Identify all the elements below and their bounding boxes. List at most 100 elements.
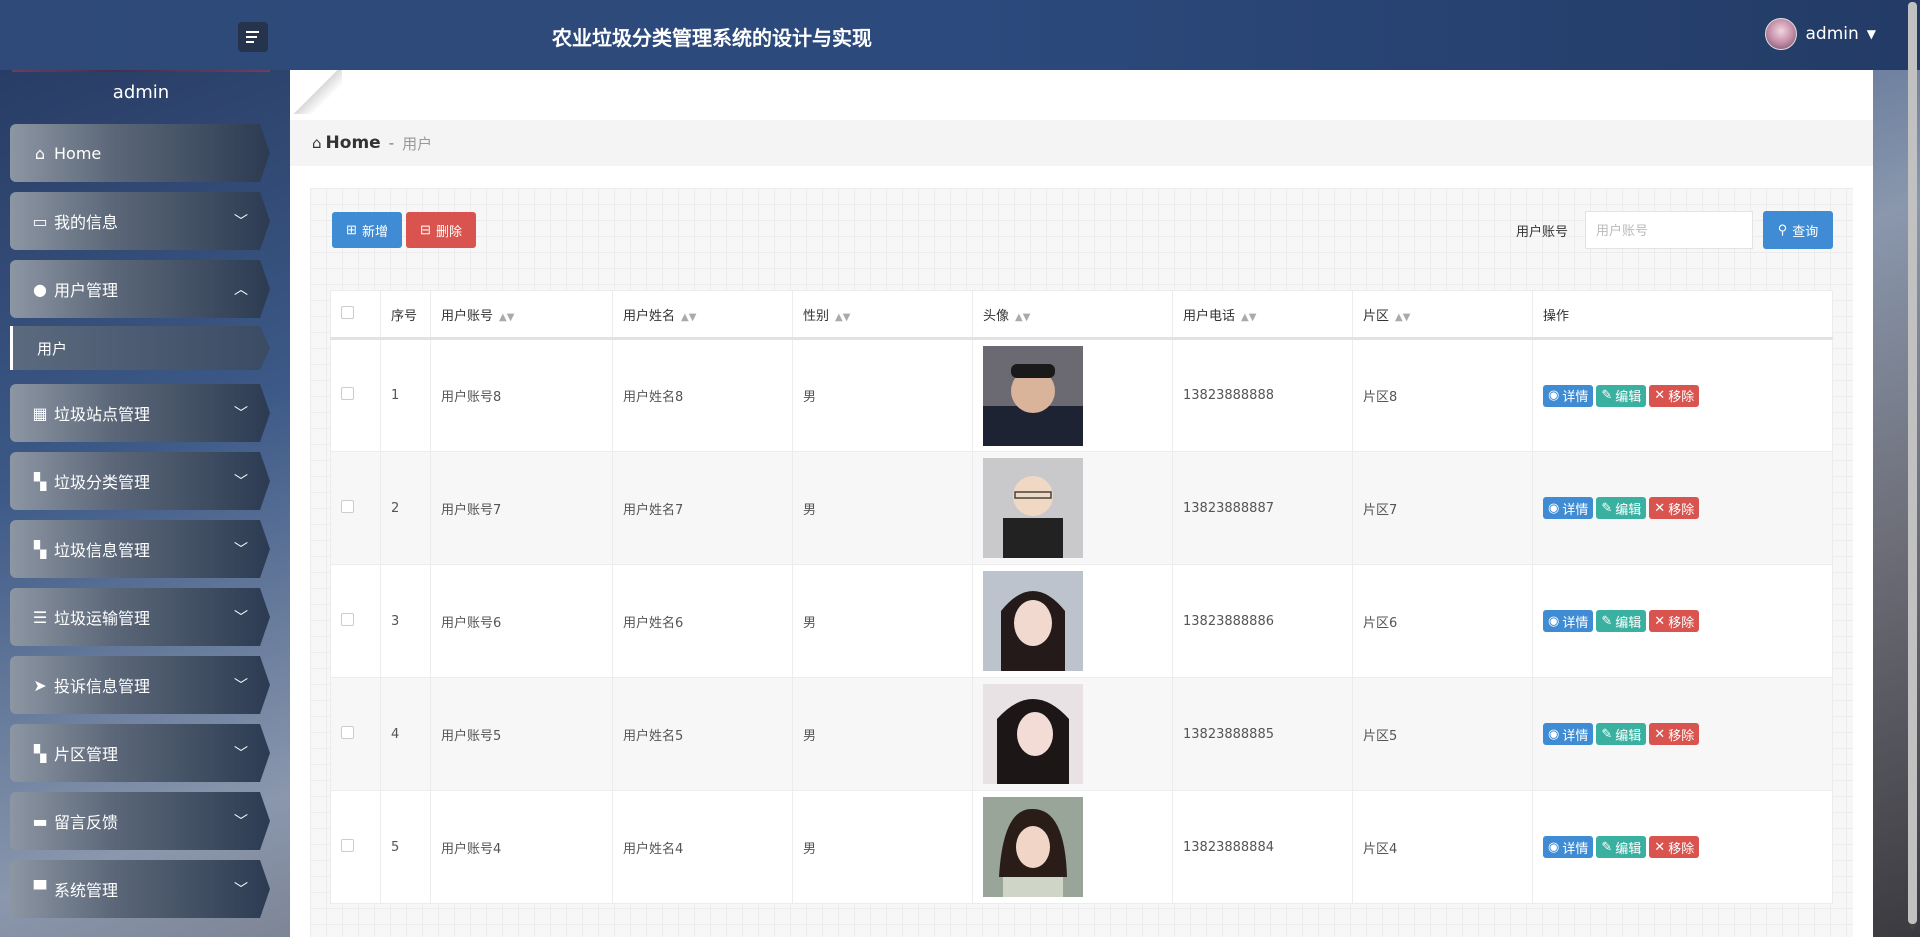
- sidebar-user: admin: [12, 70, 270, 103]
- col-name[interactable]: 用户姓名 ▲▼: [612, 290, 793, 340]
- edit-button[interactable]: ✎ 编辑: [1596, 384, 1647, 407]
- edit-button[interactable]: ✎ 编辑: [1596, 497, 1647, 519]
- chevron-down-icon: ﹀: [234, 474, 248, 490]
- sidebar-item-label: 片区管理: [54, 745, 119, 764]
- view-button[interactable]: ◉ 详情: [1543, 610, 1594, 632]
- cell-name: 用户姓名8: [612, 338, 793, 452]
- edit-button[interactable]: ✎ 编辑: [1596, 610, 1647, 632]
- avatar-image[interactable]: [983, 458, 1083, 558]
- sidebar-avatar-strip: [12, 70, 270, 72]
- sidebar-item-areas[interactable]: ▚ 片区管理 ﹀: [10, 724, 270, 782]
- sidebar-item-categories[interactable]: ▚ 垃圾分类管理 ﹀: [10, 452, 270, 510]
- col-gender[interactable]: 性别 ▲▼: [792, 290, 973, 340]
- sidebar-item-label: 用户管理: [54, 281, 119, 300]
- avatar-image[interactable]: [983, 345, 1083, 446]
- sidebar-item-user-management[interactable]: ● 用户管理 ︿: [10, 260, 270, 318]
- avatar-image[interactable]: [983, 797, 1083, 897]
- sidebar-item-transport[interactable]: ☰ 垃圾运输管理 ﹀: [10, 588, 270, 646]
- sidebar-item-feedback[interactable]: ▬ 留言反馈 ﹀: [10, 792, 270, 850]
- delete-button[interactable]: ⊟ 删除: [406, 212, 476, 248]
- avatar-image[interactable]: [983, 684, 1083, 784]
- avatar-image[interactable]: [983, 571, 1083, 671]
- sort-icon[interactable]: ▲▼: [681, 312, 696, 323]
- view-button[interactable]: ◉ 详情: [1543, 723, 1594, 745]
- col-area[interactable]: 片区 ▲▼: [1352, 290, 1533, 340]
- sort-icon[interactable]: ▲▼: [499, 312, 514, 323]
- cell-account: 用户账号4: [430, 790, 613, 904]
- view-button[interactable]: ◉ 详情: [1543, 836, 1594, 858]
- search-input[interactable]: [1585, 211, 1753, 249]
- scroll-down-icon[interactable]: ▼: [1909, 923, 1916, 933]
- row-checkbox[interactable]: [341, 612, 354, 626]
- sidebar-menu: ⌂ Home ▭ 我的信息 ﹀ ● 用户管理 ︿ 用户 ▦ 垃圾站点管理 ﹀ ▚…: [10, 124, 270, 928]
- col-phone[interactable]: 用户电话 ▲▼: [1172, 290, 1353, 340]
- cell-no: 5: [380, 790, 431, 904]
- eye-icon: ◉: [1548, 839, 1560, 855]
- remove-button[interactable]: ✕ 移除: [1649, 384, 1700, 407]
- table-header-row: 序号 用户账号 ▲▼ 用户姓名 ▲▼ 性别 ▲▼ 头像 ▲▼ 用户电话 ▲▼ 片区 ▲▼ 操…: [330, 290, 1833, 340]
- remove-button[interactable]: ✕ 移除: [1649, 836, 1700, 858]
- remove-button[interactable]: ✕ 移除: [1649, 497, 1700, 519]
- caret-down-icon: ▼: [1866, 27, 1876, 41]
- sidebar-subitem-label: 用户: [37, 339, 68, 358]
- page-scrollbar[interactable]: ▼: [1903, 0, 1920, 937]
- col-account[interactable]: 用户账号 ▲▼: [430, 290, 613, 340]
- cell-gender: 男: [792, 451, 973, 565]
- sidebar-item-complaints[interactable]: ➤ 投诉信息管理 ﹀: [10, 656, 270, 714]
- sort-icon[interactable]: ▲▼: [835, 312, 850, 323]
- home-icon: ⌂: [34, 143, 46, 163]
- sidebar-subitem-users[interactable]: 用户: [10, 326, 270, 370]
- sidebar-item-stations[interactable]: ▦ 垃圾站点管理 ﹀: [10, 384, 270, 442]
- cell-no: 1: [380, 338, 431, 452]
- chevron-down-icon: ﹀: [234, 746, 248, 762]
- desktop-icon: ▀: [33, 879, 47, 899]
- dashboard-icon: ▚: [33, 471, 47, 491]
- select-all-checkbox[interactable]: [341, 305, 354, 319]
- sidebar-item-waste-info[interactable]: ▚ 垃圾信息管理 ﹀: [10, 520, 270, 578]
- chevron-down-icon: ﹀: [234, 882, 248, 898]
- close-icon: ✕: [1654, 388, 1666, 403]
- remove-button[interactable]: ✕ 移除: [1649, 610, 1700, 632]
- cell-no: 2: [380, 451, 431, 565]
- cell-name: 用户姓名6: [612, 564, 793, 678]
- sort-icon[interactable]: ▲▼: [1015, 312, 1030, 323]
- breadcrumb-home[interactable]: Home: [326, 133, 381, 153]
- edit-button[interactable]: ✎ 编辑: [1596, 836, 1647, 858]
- row-checkbox[interactable]: [341, 387, 354, 400]
- edit-button[interactable]: ✎ 编辑: [1596, 723, 1647, 745]
- col-avatar[interactable]: 头像 ▲▼: [972, 290, 1173, 340]
- edit-icon: ✎: [1601, 839, 1613, 855]
- sort-icon[interactable]: ▲▼: [1395, 312, 1410, 323]
- cell-phone: 13823888887: [1172, 451, 1353, 565]
- cell-name: 用户姓名5: [612, 677, 793, 791]
- row-checkbox[interactable]: [341, 725, 354, 739]
- sidebar-item-my-info[interactable]: ▭ 我的信息 ﹀: [10, 192, 270, 250]
- search-button[interactable]: ⚲ 查询: [1763, 211, 1833, 249]
- eye-icon: ◉: [1548, 388, 1560, 403]
- row-checkbox[interactable]: [341, 499, 354, 513]
- cell-account: 用户账号8: [430, 338, 613, 452]
- user-menu[interactable]: admin ▼: [1765, 18, 1876, 50]
- close-icon: ✕: [1654, 500, 1666, 516]
- view-button[interactable]: ◉ 详情: [1543, 384, 1594, 407]
- chevron-down-icon: ﹀: [234, 406, 248, 422]
- menu-toggle-icon[interactable]: [238, 22, 268, 52]
- cell-actions: ◉ 详情 ✎ 编辑 ✕ 移除: [1532, 564, 1833, 678]
- table-row: 5 用户账号4 用户姓名4 男 13823888884 片区4 ◉ 详情 ✎ 编辑 …: [330, 790, 1833, 904]
- send-icon: ➤: [33, 675, 47, 695]
- sidebar-item-label: 垃圾信息管理: [54, 541, 151, 560]
- scrollbar-thumb[interactable]: [1908, 2, 1917, 924]
- sidebar-item-system[interactable]: ▀ 系统管理 ﹀: [10, 860, 270, 918]
- remove-button[interactable]: ✕ 移除: [1649, 723, 1700, 745]
- sidebar-item-label: 留言反馈: [54, 813, 119, 832]
- card-icon: ▭: [32, 211, 48, 231]
- sort-icon[interactable]: ▲▼: [1241, 312, 1256, 323]
- page-curl-decoration: [290, 70, 342, 114]
- sidebar-item-home[interactable]: ⌂ Home: [10, 124, 270, 182]
- view-button[interactable]: ◉ 详情: [1543, 497, 1594, 519]
- add-button[interactable]: ⊞ 新增: [332, 212, 402, 248]
- sidebar-item-label: 系统管理: [54, 881, 119, 900]
- breadcrumb: ⌂ Home - 用户: [290, 120, 1873, 166]
- row-checkbox[interactable]: [341, 838, 354, 852]
- cell-actions: ◉ 详情 ✎ 编辑 ✕ 移除: [1532, 677, 1833, 791]
